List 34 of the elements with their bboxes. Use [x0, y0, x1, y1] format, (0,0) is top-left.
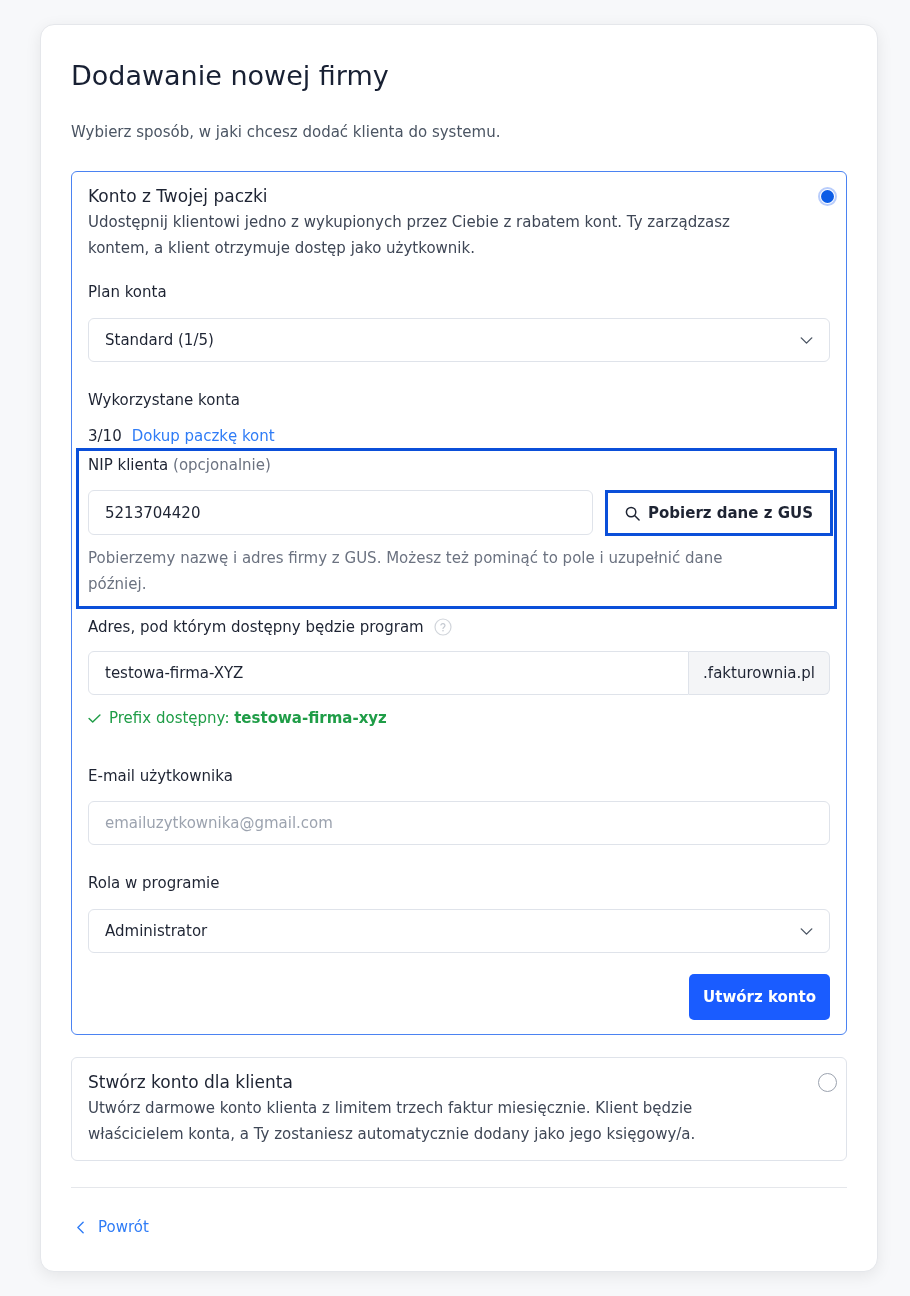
- chevron-down-icon: [800, 927, 813, 935]
- radio-button[interactable]: [818, 187, 837, 206]
- chevron-down-icon: [800, 336, 813, 344]
- domain-suffix: .fakturownia.pl: [689, 651, 830, 695]
- field-label: E-mail użytkownika: [88, 766, 233, 787]
- chevron-left-icon: [77, 1220, 84, 1234]
- option-description: Utwórz darmowe konto klienta z limitem trzech faktur miesięcznie. Klient będzie właścicielem konta, a Ty zostaniesz automatycznie dodany jako jego księgowy/a.: [88, 1098, 697, 1145]
- field-label: Adres, pod którym dostępny będzie program: [88, 617, 424, 638]
- radio-button[interactable]: [818, 1073, 837, 1092]
- email-input[interactable]: emailuzytkownika@gmail.com: [88, 801, 830, 845]
- dropdown-select[interactable]: Standard (1/5): [88, 318, 830, 362]
- create-account-button[interactable]: Utwórz konto: [689, 974, 830, 1020]
- field-label: NIP klienta (opcjonalnie): [88, 455, 271, 476]
- option-card[interactable]: Stwórz konto dla klienta Utwórz darmowe konto klienta z limitem trzech faktur miesięcznie. Klient będzie właścicielem konta, a Ty zostaniesz automatycznie dodany jako jego księgowy/a.: [71, 1057, 847, 1161]
- dropdown-select[interactable]: Administrator: [88, 909, 830, 953]
- address-input[interactable]: testowa-firma-XYZ: [88, 651, 690, 695]
- field-label: Plan konta: [88, 282, 167, 303]
- nip-input[interactable]: 5213704420: [88, 490, 593, 535]
- search-icon: [625, 505, 641, 521]
- page-subtitle: Wybierz sposób, w jaki chcesz dodać klienta do systemu.: [71, 122, 502, 143]
- option-card[interactable]: [71, 171, 847, 1035]
- option-description: Udostępnij klientowi jedno z wykupionych przez Ciebie z rabatem kont. Ty zarządzasz kontem, a klient otrzymuje dostęp jako użytkownik.: [88, 212, 731, 259]
- fetch-gus-button[interactable]: Pobierz dane z GUS: [605, 490, 833, 536]
- field-label: Rola w programie: [88, 873, 220, 894]
- help-text: Pobierzemy nazwę i adres firmy z GUS. Możesz też pominąć to pole i uzupełnić dane później.: [88, 548, 724, 595]
- checkmark-icon: [88, 713, 101, 723]
- availability-message: Prefix dostępny: testowa-firma-xyz: [109, 708, 387, 729]
- buy-package-link[interactable]: Dokup paczkę kont: [131, 424, 275, 448]
- account-count: 3/10: [88, 426, 122, 447]
- option-title: Stwórz konto dla klienta: [88, 1071, 293, 1094]
- back-link[interactable]: Powrót: [71, 1215, 149, 1239]
- field-label: Wykorzystane konta: [88, 390, 240, 411]
- page-title: Dodawanie nowej firmy: [71, 59, 390, 93]
- option-title: Konto z Twojej paczki: [88, 185, 268, 208]
